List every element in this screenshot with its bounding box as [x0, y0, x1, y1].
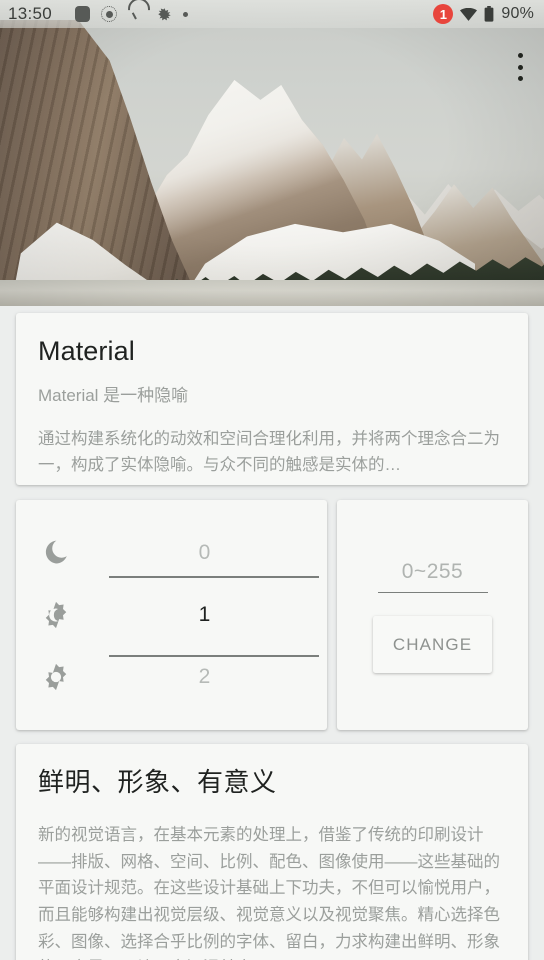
- wifi-icon: [460, 7, 478, 21]
- dot-icon: [183, 11, 189, 17]
- record-target-icon: [101, 6, 118, 22]
- rounded-square-icon: [75, 6, 91, 22]
- maple-leaf-icon: [157, 7, 172, 22]
- overflow-dot-3: [517, 76, 523, 81]
- moon-icon: [40, 537, 72, 569]
- overflow-dot-2: [517, 64, 523, 70]
- brightness-value-input[interactable]: [377, 560, 488, 593]
- more-options-icon[interactable]: [507, 50, 533, 84]
- hero-image: [0, 0, 544, 306]
- vivid-card-body: 新的视觉语言，在基本元素的处理上，借鉴了传统的印刷设计——排版、网格、空间、比例…: [38, 825, 500, 960]
- status-bar-left: 13:50: [8, 4, 433, 24]
- picker-wrapper: 0 1 2: [16, 500, 327, 730]
- overflow-dot-1: [517, 53, 523, 58]
- brightness-medium-icon: [40, 599, 72, 631]
- picker-divider-bottom: [109, 655, 319, 657]
- status-bar-right: 1 90%: [433, 4, 534, 24]
- status-bar: 13:50 1 90%: [0, 0, 544, 28]
- gauge-icon: [128, 8, 146, 20]
- battery-percent-label: 90%: [501, 5, 534, 22]
- app-screen: 13:50 1 90% Material Material 是一种隐喻 通过构建…: [0, 0, 544, 960]
- change-button[interactable]: CHANGE: [373, 616, 492, 673]
- picker-value-0[interactable]: 0: [96, 541, 313, 565]
- hero-vignette: [0, 0, 544, 306]
- picker-value-column[interactable]: 0 1 2: [96, 500, 327, 730]
- picker-value-2[interactable]: 2: [96, 665, 313, 689]
- brightness-high-icon: [40, 661, 72, 693]
- picker-value-selected[interactable]: 1: [96, 603, 313, 627]
- vivid-card-title: 鲜明、形象、有意义: [38, 767, 277, 797]
- material-card-subtitle: Material 是一种隐喻: [38, 385, 189, 405]
- material-card-body: 通过构建系统化的动效和空间合理化利用，并将两个理念合二为一，构成了实体隐喻。与众…: [38, 430, 500, 474]
- picker-divider-top: [109, 576, 319, 578]
- material-card-title: Material: [38, 336, 135, 366]
- vivid-card[interactable]: 鲜明、形象、有意义 新的视觉语言，在基本元素的处理上，借鉴了传统的印刷设计——排…: [16, 744, 528, 960]
- notification-count-badge: 1: [433, 4, 454, 24]
- change-card-inner: CHANGE: [337, 500, 528, 730]
- brightness-picker-card[interactable]: 0 1 2: [16, 500, 327, 730]
- status-bar-clock: 13:50: [8, 4, 53, 23]
- picker-icon-column: [16, 500, 96, 730]
- battery-icon: [484, 6, 494, 22]
- change-value-card[interactable]: CHANGE: [337, 500, 528, 730]
- material-card[interactable]: Material Material 是一种隐喻 通过构建系统化的动效和空间合理化…: [16, 313, 528, 485]
